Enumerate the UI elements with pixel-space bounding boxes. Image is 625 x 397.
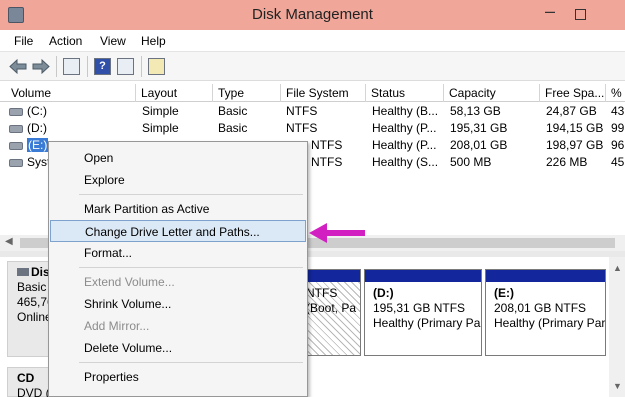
title-bar: Disk Management – (0, 0, 625, 30)
column-header-capacity[interactable]: Capacity (445, 84, 540, 102)
menu-item-properties[interactable]: Properties (50, 366, 306, 388)
drive-icon (9, 124, 23, 133)
capacity-cell: 208,01 GB (450, 138, 508, 152)
status-cell: Healthy (P... (372, 121, 437, 135)
column-header-type[interactable]: Type (214, 84, 281, 102)
partition-info: 195,31 GB NTFS (373, 301, 466, 315)
menu-item-shrink-volume[interactable]: Shrink Volume... (50, 293, 306, 315)
cd-rom-label[interactable]: CD DVD ( (7, 367, 54, 397)
layout-cell: Simple (142, 104, 179, 118)
volume-cell: Syst (9, 155, 50, 169)
column-header-file-system[interactable]: File System (282, 84, 366, 102)
partition-e[interactable]: (E:) 208,01 GB NTFS Healthy (Primary Par (485, 269, 606, 356)
fs-cell: NTFS (311, 155, 343, 169)
forward-arrow-icon[interactable] (32, 58, 50, 75)
annotation-arrow-icon (309, 223, 365, 243)
capacity-cell: 58,13 GB (450, 104, 501, 118)
menu-separator (79, 194, 303, 195)
column-header-free-space[interactable]: Free Spa... (541, 84, 606, 102)
drive-icon (9, 107, 23, 116)
vertical-scrollbar[interactable]: ▲ ▼ (609, 257, 625, 397)
table-row[interactable]: (C:) Simple Basic NTFS Healthy (B... 58,… (0, 103, 625, 120)
partition-status: Healthy (Primary Par (494, 316, 605, 330)
maximize-button[interactable] (575, 9, 586, 20)
menu-action[interactable]: Action (49, 34, 82, 48)
column-header-percent-free[interactable]: % (607, 84, 625, 102)
partition-bar (486, 270, 605, 282)
console-tree-icon[interactable] (63, 58, 80, 75)
partition-info: 208,01 GB NTFS (494, 301, 587, 315)
partition-bar (365, 270, 481, 282)
free-space-cell: 226 MB (546, 155, 588, 169)
scroll-down-icon[interactable]: ▼ (613, 381, 622, 391)
fs-cell: NTFS (286, 121, 318, 135)
help-icon[interactable]: ? (94, 58, 111, 75)
capacity-cell: 195,31 GB (450, 121, 508, 135)
hard-disk-icon (17, 268, 29, 276)
menu-item-mark-active[interactable]: Mark Partition as Active (50, 198, 306, 220)
fs-cell: NTFS (286, 104, 318, 118)
percent-free-cell: 96 (611, 138, 625, 152)
minimize-button[interactable]: – (545, 1, 555, 22)
status-cell: Healthy (P... (372, 138, 437, 152)
volume-cell: (C:) (9, 104, 47, 118)
status-cell: Healthy (B... (372, 104, 439, 118)
volume-cell: (D:) (9, 121, 47, 135)
drive-icon (9, 158, 23, 167)
type-cell: Basic (218, 104, 248, 118)
context-menu: Open Explore Mark Partition as Active Ch… (48, 141, 308, 397)
scroll-left-icon[interactable]: ◀ (5, 236, 13, 247)
menu-item-explore[interactable]: Explore (50, 169, 306, 191)
percent-free-cell: 45 (611, 155, 625, 169)
toolbar-separator (56, 56, 57, 77)
percent-free-cell: 99 (611, 121, 625, 135)
menu-item-add-mirror: Add Mirror... (84, 319, 150, 333)
menu-separator (79, 362, 303, 363)
menu-help[interactable]: Help (141, 34, 166, 48)
menu-item-delete-volume[interactable]: Delete Volume... (50, 337, 306, 359)
column-header-status[interactable]: Status (367, 84, 444, 102)
menu-file[interactable]: File (14, 34, 33, 48)
scroll-up-icon[interactable]: ▲ (613, 263, 622, 273)
capacity-cell: 500 MB (450, 155, 492, 169)
partition-status: Healthy (Primary Pa (373, 316, 481, 330)
menu-item-open[interactable]: Open (50, 147, 306, 169)
free-space-cell: 24,87 GB (546, 104, 597, 118)
column-header-volume[interactable]: Volume (7, 84, 136, 102)
fs-cell: NTFS (311, 138, 343, 152)
partition-name: (D:) (373, 286, 394, 300)
volume-list-header: Volume Layout Type File System Status Ca… (0, 84, 625, 102)
percent-free-cell: 43 (611, 104, 625, 118)
disk-0-label[interactable]: Dis Basic 465,76 Online (7, 261, 54, 357)
layout-cell: Simple (142, 121, 179, 135)
menu-item-format[interactable]: Format... (50, 242, 306, 264)
table-row[interactable]: (D:) Simple Basic NTFS Healthy (P... 195… (0, 120, 625, 137)
menu-item-extend-volume: Extend Volume... (84, 275, 175, 289)
drive-icon (9, 141, 23, 150)
partition-status: (Boot, Pa (306, 301, 357, 315)
volume-cell: (E:) (9, 138, 49, 152)
menu-separator (79, 267, 303, 268)
partition-info: NTFS (306, 286, 338, 300)
type-cell: Basic (218, 121, 248, 135)
menu-item-change-drive-letter[interactable]: Change Drive Letter and Paths... (50, 220, 306, 242)
column-header-layout[interactable]: Layout (137, 84, 213, 102)
free-space-cell: 194,15 GB (546, 121, 604, 135)
toolbar: ? (0, 52, 625, 81)
menu-view[interactable]: View (100, 34, 126, 48)
menu-bar: File Action View Help (0, 30, 625, 52)
window-title: Disk Management (252, 6, 373, 23)
toolbar-separator (87, 56, 88, 77)
status-cell: Healthy (S... (372, 155, 439, 169)
free-space-cell: 198,97 GB (546, 138, 604, 152)
partition-name: (E:) (494, 286, 514, 300)
toolbar-separator (141, 56, 142, 77)
properties-pane-icon[interactable] (117, 58, 134, 75)
checklist-icon[interactable] (148, 58, 165, 75)
back-arrow-icon[interactable] (9, 58, 27, 75)
partition-d[interactable]: (D:) 195,31 GB NTFS Healthy (Primary Pa (364, 269, 482, 356)
